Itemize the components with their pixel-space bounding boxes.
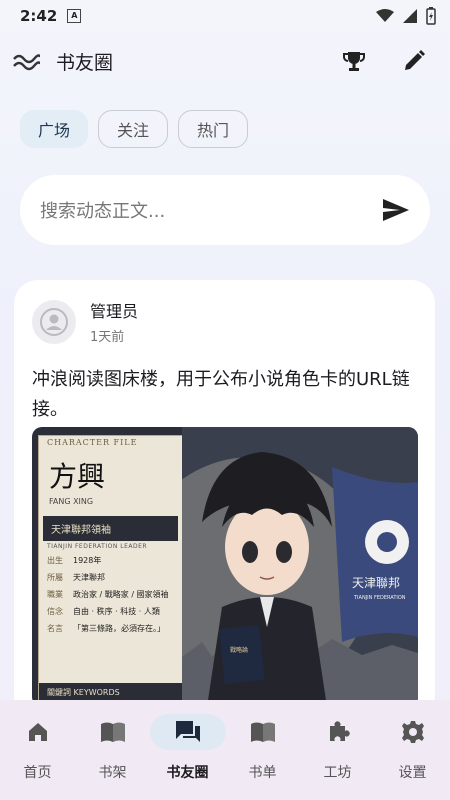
character-title-en: TIANJIN FEDERATION LEADER bbox=[47, 543, 148, 550]
nav-label: 首页 bbox=[23, 765, 52, 781]
character-illustration: 天津聯邦 TIANJIN FEDERATION 戰略論 bbox=[182, 427, 418, 707]
field-label: 名言 bbox=[47, 624, 63, 633]
status-bar: 2:42 A bbox=[0, 0, 450, 32]
field-row: 信念 自由 · 秩序 · 科技 · 人類 bbox=[39, 603, 182, 620]
pencil-icon[interactable] bbox=[402, 49, 426, 73]
puzzle-icon bbox=[329, 721, 350, 741]
field-row: 出生 1928年 bbox=[39, 552, 182, 569]
post-author: 管理员 1天前 bbox=[14, 280, 435, 345]
trophy-icon[interactable] bbox=[342, 49, 366, 73]
field-value: 自由 · 秩序 · 科技 · 人類 bbox=[73, 607, 160, 616]
feed-tabs: 广场 关注 热门 bbox=[20, 110, 249, 148]
field-value: 1928年 bbox=[73, 556, 102, 565]
signal-icon bbox=[403, 9, 417, 23]
nav-bookshelf[interactable]: 书架 bbox=[78, 714, 148, 782]
tab-label: 广场 bbox=[38, 121, 71, 140]
flag-subtext: TIANJIN FEDERATION bbox=[353, 595, 406, 601]
field-value: 天津聯邦 bbox=[73, 573, 105, 582]
field-row: 名言 「第三條路，必須存在。」 bbox=[39, 620, 182, 637]
avatar[interactable] bbox=[32, 299, 76, 344]
nav-label: 工坊 bbox=[323, 765, 352, 781]
author-name[interactable]: 管理员 bbox=[90, 298, 138, 322]
nav-label: 书单 bbox=[248, 765, 277, 781]
field-row: 職業 政治家 / 戰略家 / 國家領袖 bbox=[39, 586, 182, 603]
wave-icon[interactable] bbox=[12, 51, 40, 71]
app-bar: 书友圈 bbox=[0, 34, 450, 88]
tab-label: 热门 bbox=[197, 121, 230, 140]
tab-label: 关注 bbox=[117, 121, 150, 140]
tab-hot[interactable]: 热门 bbox=[178, 110, 249, 148]
status-time: 2:42 bbox=[20, 7, 58, 25]
person-icon bbox=[40, 307, 68, 336]
post-image[interactable]: CHARACTER FILE 方興 FANG XING 天津聯邦領袖 TIANJ… bbox=[32, 427, 418, 707]
chat-icon bbox=[175, 721, 200, 742]
nav-booklist[interactable]: 书单 bbox=[228, 714, 298, 782]
post-card[interactable]: 管理员 1天前 冲浪阅读图床楼，用于公布小说角色卡的URL链接。 CHARACT… bbox=[14, 280, 435, 720]
post-content: 冲浪阅读图床楼，用于公布小说角色卡的URL链接。 bbox=[32, 369, 410, 420]
search-placeholder: 搜索动态正文... bbox=[40, 201, 166, 222]
field-label: 所屬 bbox=[47, 573, 63, 582]
nav-home[interactable]: 首页 bbox=[3, 714, 73, 782]
field-value: 政治家 / 戰略家 / 國家領袖 bbox=[73, 590, 169, 599]
field-label: 職業 bbox=[47, 590, 63, 599]
page-title: 书友圈 bbox=[56, 51, 114, 74]
search-input[interactable]: 搜索动态正文... bbox=[20, 175, 430, 245]
gear-icon bbox=[401, 721, 424, 743]
post-time: 1天前 bbox=[90, 330, 125, 345]
nav-community[interactable]: 书友圈 bbox=[149, 714, 226, 782]
field-label: 信念 bbox=[47, 607, 63, 616]
character-file-header: CHARACTER FILE bbox=[47, 438, 138, 447]
booklist-icon bbox=[250, 722, 275, 742]
field-row: 所屬 天津聯邦 bbox=[39, 569, 182, 586]
character-pinyin: FANG XING bbox=[49, 497, 94, 506]
field-label: 出生 bbox=[47, 556, 63, 565]
nav-workshop[interactable]: 工坊 bbox=[303, 714, 373, 782]
character-title: 天津聯邦領袖 bbox=[43, 516, 178, 541]
notification-a-icon: A bbox=[67, 9, 82, 23]
book-text: 戰略論 bbox=[230, 646, 248, 654]
nav-settings[interactable]: 设置 bbox=[378, 714, 448, 782]
nav-label: 书架 bbox=[98, 765, 127, 781]
home-icon bbox=[28, 723, 47, 741]
character-name: 方興 bbox=[49, 460, 106, 493]
tab-square[interactable]: 广场 bbox=[20, 110, 89, 148]
wifi-icon bbox=[376, 9, 394, 22]
nav-label: 书友圈 bbox=[166, 765, 209, 781]
flag-text: 天津聯邦 bbox=[352, 576, 400, 590]
field-value: 「第三條路，必須存在。」 bbox=[73, 624, 165, 633]
book-open-icon bbox=[100, 722, 125, 742]
tab-following[interactable]: 关注 bbox=[98, 110, 169, 148]
battery-icon bbox=[426, 7, 436, 25]
nav-label: 设置 bbox=[398, 765, 427, 781]
character-info-panel: CHARACTER FILE 方興 FANG XING 天津聯邦領袖 TIANJ… bbox=[38, 435, 183, 707]
send-icon[interactable] bbox=[382, 198, 410, 222]
bottom-navigation: 首页 书架 书友圈 书单 工坊 设置 bbox=[0, 700, 450, 800]
